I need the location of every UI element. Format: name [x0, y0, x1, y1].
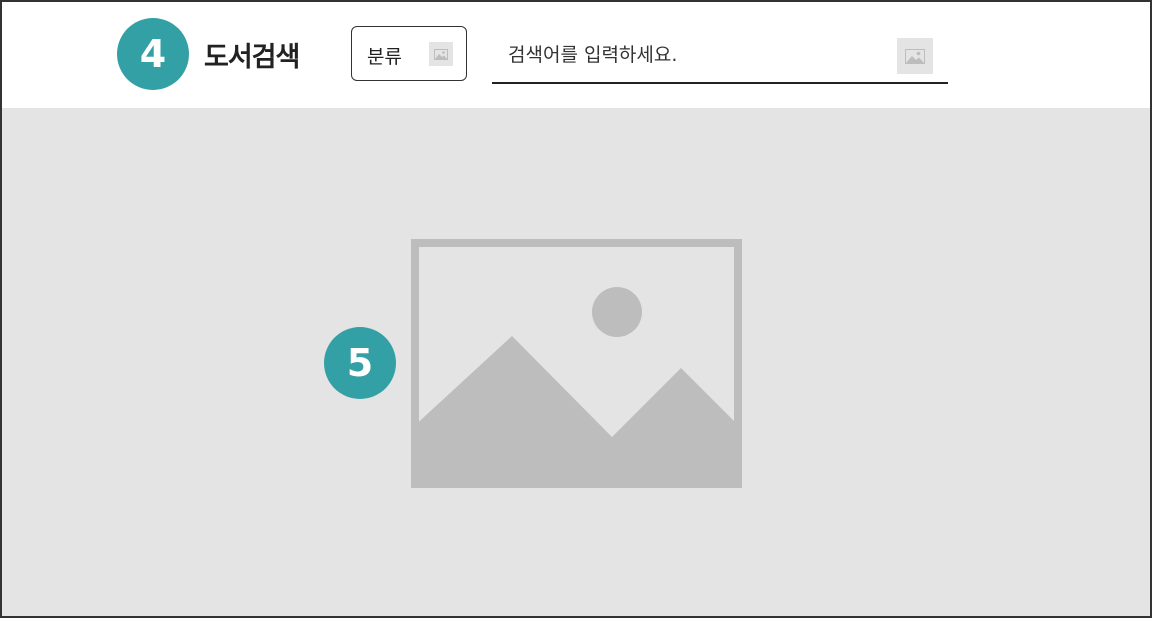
header: 4 도서검색 분류 [2, 2, 1150, 108]
category-select[interactable]: 분류 [351, 26, 467, 81]
search-bar [492, 28, 948, 84]
page-title: 도서검색 [204, 42, 300, 73]
dropdown-image-icon [429, 42, 453, 66]
app-frame: 4 도서검색 분류 검색어를 입력하세요. 5 [0, 0, 1152, 618]
search-image-icon[interactable] [897, 38, 933, 74]
image-placeholder-icon [411, 239, 742, 488]
category-select-label: 분류 [367, 46, 402, 68]
step-badge-4: 4 [117, 18, 189, 90]
step-badge-5: 5 [324, 327, 396, 399]
search-input[interactable] [492, 28, 888, 82]
